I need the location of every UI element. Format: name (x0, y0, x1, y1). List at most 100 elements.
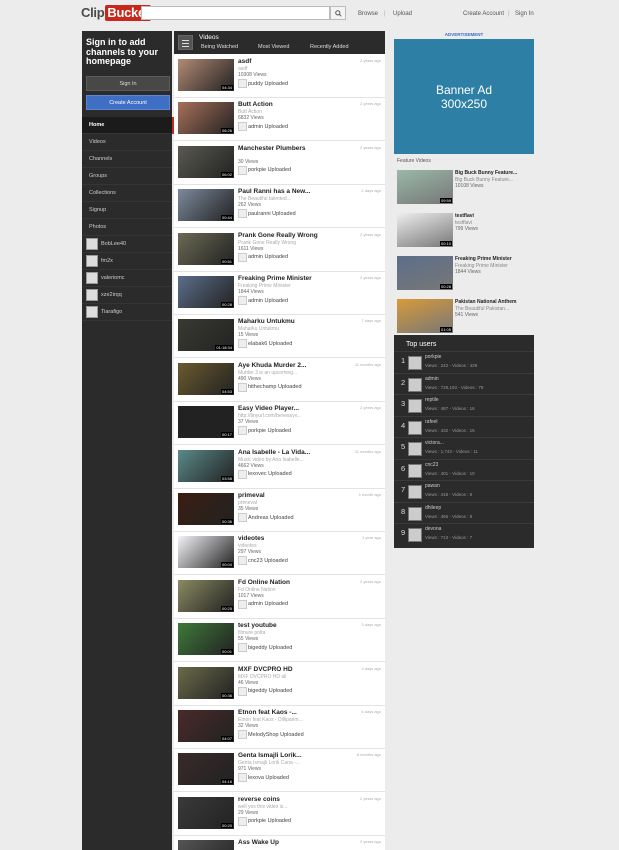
video-row[interactable]: 00:04 videotes videotes 297 Views cnc23 Uplo… (174, 532, 385, 576)
video-thumbnail[interactable] (178, 840, 234, 850)
video-row[interactable]: 04:53 Aye Khuda Murder 2... Murder 2 is an… (174, 359, 385, 402)
channel-item[interactable]: xze2irqq (82, 287, 172, 304)
featured-title[interactable]: testflavi (455, 213, 474, 219)
banner-ad[interactable]: Banner Ad 300x250 (394, 39, 534, 154)
top-user-avatar[interactable] (408, 506, 422, 521)
video-uploader[interactable]: elabak6 Uploaded (238, 339, 292, 349)
video-title[interactable]: Fd Online Nation (238, 579, 290, 586)
sign-in-link[interactable]: Sign In (515, 11, 534, 17)
video-uploader[interactable]: paulranni Uploaded (238, 209, 296, 219)
video-thumbnail[interactable]: 00:25 (178, 579, 234, 612)
featured-thumbnail[interactable]: 09:59 (397, 170, 453, 204)
search-button[interactable] (330, 6, 346, 20)
video-title[interactable]: Ass Wake Up (238, 839, 279, 846)
video-uploader[interactable]: bigeddy Uploaded (238, 686, 292, 696)
top-user-name[interactable]: rafeel (425, 419, 438, 425)
top-user-name[interactable]: dhileep (425, 505, 441, 511)
video-thumbnail[interactable]: 01:18:34 (178, 319, 234, 352)
video-uploader[interactable]: admin Uploaded (238, 122, 288, 132)
top-user-name[interactable]: admin (425, 376, 439, 382)
video-title[interactable]: Easy Video Player... (238, 405, 299, 412)
browse-link[interactable]: Browse (358, 11, 378, 17)
top-user-name[interactable]: pawan (425, 483, 440, 489)
video-thumbnail[interactable]: 00:04 (178, 536, 234, 569)
video-title[interactable]: MXF DVCPRO HD (238, 666, 293, 673)
video-title[interactable]: Ana Isabelle - La Vida... (238, 449, 310, 456)
top-user-avatar[interactable] (408, 528, 422, 542)
channel-item[interactable]: fm2x (82, 253, 172, 270)
channel-item[interactable]: Tiarafigo (82, 304, 172, 321)
featured-video-item[interactable]: 09:59 Big Buck Bunny Feature... Big Buck B… (397, 170, 537, 210)
featured-video-item[interactable]: 00:28 Freaking Prime Minister Freaking Pri… (397, 256, 537, 296)
nav-item-collections[interactable]: Collections (82, 185, 172, 202)
video-uploader[interactable]: admin Uploaded (238, 252, 288, 262)
video-thumbnail[interactable]: 04:07 (178, 710, 234, 742)
top-user-row[interactable]: 1 porkpie Views : 242 - Videos : 429 (394, 351, 534, 372)
tab-most-viewed[interactable]: Most Viewed (258, 44, 289, 50)
video-row[interactable]: 00:36 primeval primeval 35 Views Andreas Upl… (174, 489, 385, 532)
video-title[interactable]: Etnon feat Kaos -... (238, 709, 297, 716)
video-row[interactable]: 00:28 Freaking Prime Minister Freaking Pri… (174, 272, 385, 315)
video-row[interactable]: 00:01 test youtube filmure polta 55 Views bi… (174, 619, 385, 663)
sidebar-sign-in-button[interactable]: Sign In (86, 76, 170, 91)
featured-title[interactable]: Big Buck Bunny Feature... (455, 170, 517, 176)
video-uploader[interactable]: lexova Uploaded (238, 773, 289, 783)
video-row[interactable]: 04:16 Genta Ismajli Lorik... Genta Ismajli… (174, 749, 385, 793)
top-user-avatar[interactable] (408, 420, 422, 435)
video-uploader[interactable]: lexovec Uploaded (238, 469, 292, 479)
video-thumbnail[interactable]: 00:36 (178, 666, 234, 699)
video-uploader[interactable]: Andreas Uploaded (238, 513, 294, 522)
top-user-name[interactable]: victora... (425, 440, 444, 446)
video-row[interactable]: 00:25 Fd Online Nation Fd Online Nation 101… (174, 576, 385, 619)
top-user-avatar[interactable] (408, 377, 422, 392)
top-user-row[interactable]: 4 rafeel Views : 432 - Videos : 15 (394, 415, 534, 437)
top-user-row[interactable]: 5 victora... Views : 1,743 - Videos : 11 (394, 437, 534, 458)
video-uploader[interactable]: cnc23 Uploaded (238, 556, 288, 566)
video-thumbnail[interactable]: 00:17 (178, 406, 234, 439)
video-row[interactable]: 00:20 reverse coins well yes this video is… (174, 793, 385, 836)
video-thumbnail[interactable]: 04:53 (178, 362, 234, 395)
video-title[interactable]: Manchester Plumbers (238, 145, 306, 152)
video-row[interactable]: 00:51 Prank Gone Really Wrong Prank Gone R… (174, 229, 385, 272)
video-title[interactable]: Paul Ranni has a New... (238, 188, 310, 195)
top-user-name[interactable]: porkpie (425, 354, 441, 360)
featured-title[interactable]: Pakistan National Anthem (455, 299, 517, 305)
search-input[interactable] (141, 6, 330, 20)
video-uploader[interactable]: MelodyShop Uploaded (238, 730, 304, 739)
video-uploader[interactable]: bigeddy Uploaded (238, 643, 292, 653)
create-account-link[interactable]: Create Account (463, 11, 504, 17)
video-thumbnail[interactable]: 04:34 (178, 59, 234, 91)
video-thumbnail[interactable]: 03:58 (178, 449, 234, 482)
video-thumbnail[interactable]: 00:36 (178, 493, 234, 525)
nav-item-home[interactable]: Home (82, 117, 174, 134)
video-thumbnail[interactable]: 06:26 (178, 102, 234, 135)
top-user-name[interactable]: devona (425, 526, 441, 532)
video-thumbnail[interactable]: 00:51 (178, 232, 234, 265)
top-user-row[interactable]: 9 devona Views : 713 - Videos : 7 (394, 523, 534, 544)
video-row[interactable]: 06:26 Butt Action Butt Action 6832 Views adm… (174, 98, 385, 142)
nav-item-groups[interactable]: Groups (82, 168, 172, 185)
top-user-avatar[interactable] (408, 399, 422, 413)
video-row[interactable]: 04:07 Etnon feat Kaos -... Etnon feat Kaos… (174, 706, 385, 749)
channel-item[interactable]: valeriomc (82, 270, 172, 287)
top-user-row[interactable]: 6 cnc23 Views : 401 - Videos : 10 (394, 458, 534, 480)
video-title[interactable]: Freaking Prime Minister (238, 275, 312, 282)
video-row[interactable]: 04:34 asdf asdf 10308 Views puddy Uploaded 2 … (174, 55, 385, 98)
video-title[interactable]: Maharku Untukmu (238, 318, 295, 325)
top-user-row[interactable]: 8 dhileep Views : 465 - Videos : 8 (394, 501, 534, 523)
video-uploader[interactable]: admin Uploaded (238, 296, 288, 305)
video-title[interactable]: asdf (238, 58, 251, 65)
video-thumbnail[interactable]: 00:01 (178, 623, 234, 656)
nav-item-channels[interactable]: Channels (82, 151, 172, 168)
tab-being-watched[interactable]: Being Watched (201, 44, 238, 50)
featured-thumbnail[interactable]: 00:10 (397, 213, 453, 247)
video-title[interactable]: Genta Ismajli Lorik... (238, 752, 302, 759)
video-title[interactable]: primeval (238, 492, 265, 499)
tab-recently-added[interactable]: Recently Added (310, 44, 349, 50)
top-user-avatar[interactable] (408, 442, 422, 456)
top-user-name[interactable]: reptile (425, 397, 439, 403)
video-thumbnail[interactable]: 06:02 (178, 145, 234, 178)
video-title[interactable]: reverse coins (238, 796, 280, 803)
nav-item-videos[interactable]: Videos (82, 134, 172, 151)
video-row[interactable]: 01:18:34 Maharku Untukmu Maharku Untukmu 15… (174, 315, 385, 359)
